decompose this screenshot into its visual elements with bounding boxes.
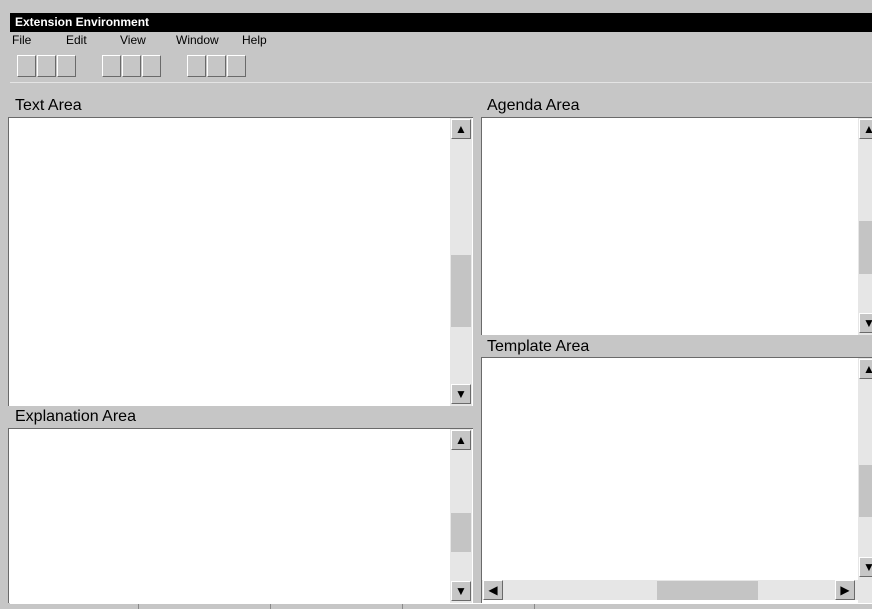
scroll-down-icon[interactable]: ▼ — [859, 557, 872, 577]
toolbar-button[interactable] — [37, 55, 56, 77]
scroll-thumb[interactable] — [859, 221, 872, 274]
text-area-vscrollbar[interactable]: ▲ ▼ — [450, 118, 472, 406]
status-divider — [138, 604, 139, 609]
agenda-area-vscrollbar[interactable]: ▲ ▼ — [858, 118, 872, 335]
menu-bar: File Edit View Window Help — [10, 32, 872, 49]
toolbar-button[interactable] — [142, 55, 161, 77]
template-area-vscrollbar[interactable]: ▲ ▼ — [858, 358, 872, 603]
toolbar-button[interactable] — [207, 55, 226, 77]
scroll-up-icon[interactable]: ▲ — [859, 119, 872, 139]
scroll-up-icon[interactable]: ▲ — [451, 119, 471, 139]
explanation-area[interactable]: ▲ ▼ — [8, 428, 473, 603]
scroll-left-icon[interactable]: ◀ — [483, 580, 503, 600]
scroll-up-icon[interactable]: ▲ — [859, 359, 872, 379]
menu-help[interactable]: Help — [242, 32, 267, 49]
menu-file[interactable]: File — [12, 32, 31, 49]
menu-view[interactable]: View — [120, 32, 146, 49]
agenda-area-label: Agenda Area — [482, 95, 872, 117]
scroll-down-icon[interactable]: ▼ — [451, 384, 471, 404]
status-divider — [402, 604, 403, 609]
toolbar-button[interactable] — [227, 55, 246, 77]
toolbar-button[interactable] — [187, 55, 206, 77]
status-bar — [10, 603, 872, 609]
scroll-thumb[interactable] — [859, 465, 872, 517]
toolbar-button[interactable] — [122, 55, 141, 77]
toolbar-button[interactable] — [102, 55, 121, 77]
text-area-label: Text Area — [10, 95, 475, 117]
scroll-thumb[interactable] — [451, 513, 471, 552]
text-area[interactable]: ▲ ▼ — [8, 117, 473, 406]
status-divider — [270, 604, 271, 609]
toolbar-button[interactable] — [57, 55, 76, 77]
toolbar — [10, 49, 872, 83]
menu-edit[interactable]: Edit — [66, 32, 87, 49]
status-divider — [534, 604, 535, 609]
template-area[interactable]: ▲ ▼ ◀ ▶ — [481, 357, 872, 603]
explanation-area-label: Explanation Area — [10, 406, 475, 428]
toolbar-button[interactable] — [17, 55, 36, 77]
scroll-up-icon[interactable]: ▲ — [451, 430, 471, 450]
agenda-area[interactable]: ▲ ▼ — [481, 117, 872, 335]
explanation-area-vscrollbar[interactable]: ▲ ▼ — [450, 429, 472, 603]
menu-window[interactable]: Window — [176, 32, 219, 49]
window-title: Extension Environment — [10, 13, 872, 32]
scroll-down-icon[interactable]: ▼ — [859, 313, 872, 333]
scroll-down-icon[interactable]: ▼ — [451, 581, 471, 601]
template-area-hscrollbar[interactable]: ◀ ▶ — [482, 580, 858, 600]
scroll-thumb[interactable] — [451, 255, 471, 327]
scroll-thumb[interactable] — [657, 581, 758, 600]
template-area-label: Template Area — [482, 336, 872, 358]
scroll-right-icon[interactable]: ▶ — [835, 580, 855, 600]
